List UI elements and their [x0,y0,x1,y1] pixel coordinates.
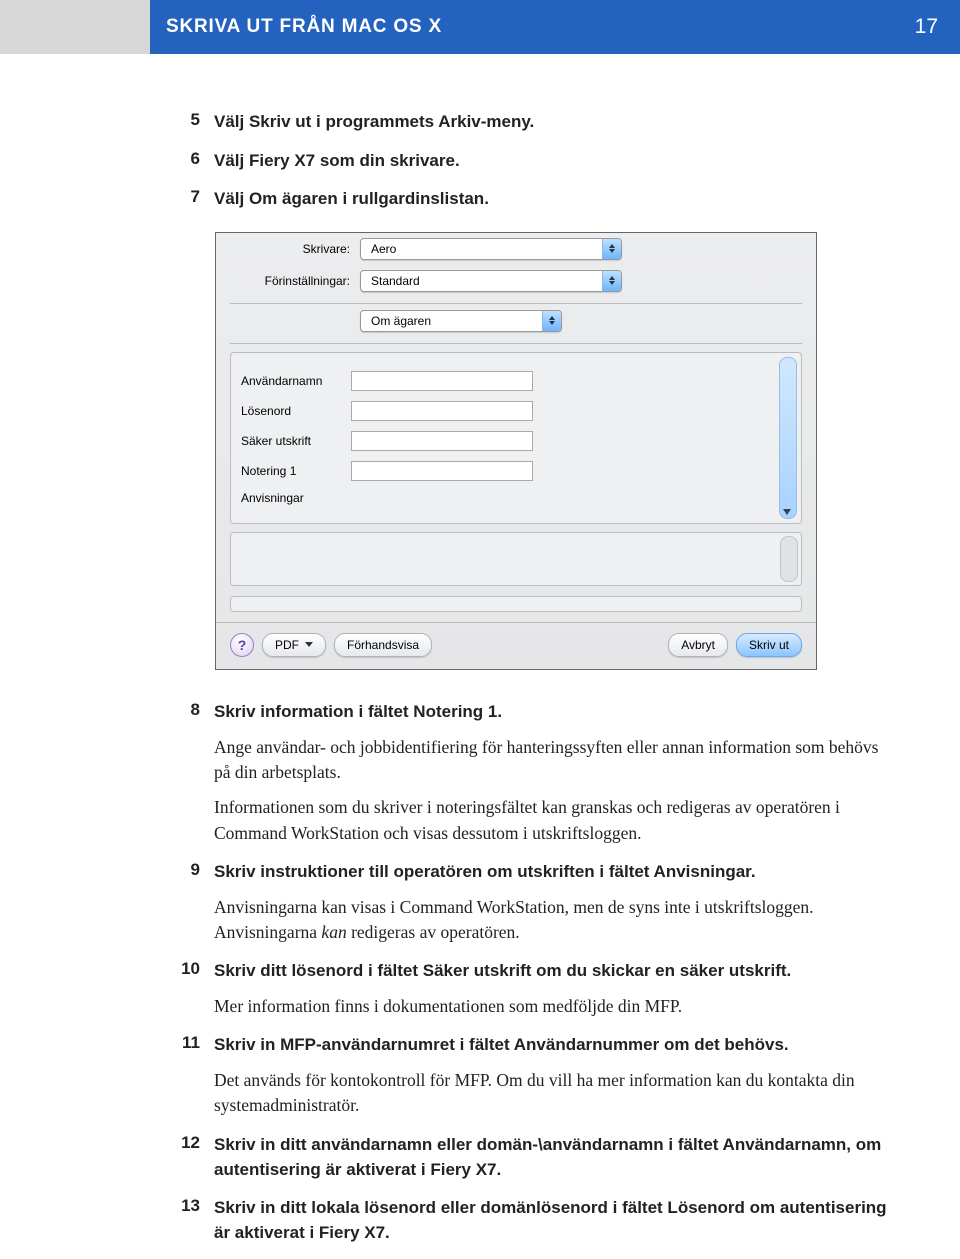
step-paragraph: Ange användar- och jobbidentifiering för… [214,735,890,786]
step-title: Välj Om ägaren i rullgardinslistan. [214,187,890,212]
username-label: Användarnamn [241,374,351,388]
chevron-down-icon [305,642,313,647]
step-12: 12 Skriv in ditt användarnamn eller domä… [160,1133,890,1182]
dialog-footer: ? PDF Förhandsvisa Avbryt Skriv ut [216,623,816,669]
separator [230,343,802,344]
step-13: 13 Skriv in ditt lokala lösenord eller d… [160,1196,890,1245]
step-paragraph: Det används för kontokontroll för MFP. O… [214,1068,890,1119]
cancel-label: Avbryt [681,638,715,652]
header-blue-block: SKRIVA UT FRÅN MAC OS X 17 [150,0,960,54]
step-8: 8 Skriv information i fältet Notering 1.… [160,700,890,846]
secure-print-input[interactable] [351,431,533,451]
header-title: SKRIVA UT FRÅN MAC OS X [166,16,442,38]
step-number: 9 [160,860,214,945]
note1-row: Notering 1 [241,461,775,481]
password-label: Lösenord [241,404,351,418]
instructions-label: Anvisningar [241,491,351,505]
header-gray-block [0,0,150,54]
spacer-box [230,596,802,612]
step-title: Skriv in MFP-användarnumret i fältet Anv… [214,1033,890,1058]
help-icon: ? [238,637,247,653]
instructions-text-box [230,532,802,586]
printer-row: Skrivare: Aero [216,233,816,265]
section-value: Om ägaren [361,314,441,328]
step-6: 6 Välj Fiery X7 som din skrivare. [160,149,890,174]
step-paragraph: Mer information finns i dokumentationen … [214,994,890,1019]
step-7: 7 Välj Om ägaren i rullgardinslistan. [160,187,890,212]
note1-input[interactable] [351,461,533,481]
preview-button[interactable]: Förhandsvisa [334,633,432,657]
document-body: 5 Välj Skriv ut i programmets Arkiv-meny… [0,110,960,1245]
scrollbar[interactable] [780,536,798,582]
page-number: 17 [915,15,938,39]
step-paragraph: Anvisningarna kan visas i Command WorkSt… [214,895,890,946]
section-row: Om ägaren [216,310,816,337]
step-title: Välj Skriv ut i programmets Arkiv-meny. [214,110,890,135]
print-dialog: Skrivare: Aero Förinställningar: Standar… [215,232,817,670]
cancel-button[interactable]: Avbryt [668,633,728,657]
print-label: Skriv ut [749,638,789,652]
presets-value: Standard [361,274,430,288]
step-title: Skriv ditt lösenord i fältet Säker utskr… [214,959,890,984]
presets-select[interactable]: Standard [360,270,622,292]
step-number: 12 [160,1133,214,1182]
help-button[interactable]: ? [230,633,254,657]
preview-label: Förhandsvisa [347,638,419,652]
step-number: 13 [160,1196,214,1245]
step-title: Skriv instruktioner till operatören om u… [214,860,890,885]
step-title: Skriv information i fältet Notering 1. [214,700,890,725]
chevron-up-down-icon [602,239,621,259]
instructions-row: Anvisningar [241,491,775,505]
step-number: 11 [160,1033,214,1118]
secure-print-label: Säker utskrift [241,434,351,448]
step-number: 7 [160,187,214,212]
password-row: Lösenord [241,401,775,421]
print-button[interactable]: Skriv ut [736,633,802,657]
step-number: 10 [160,959,214,1019]
presets-label: Förinställningar: [230,274,360,288]
step-number: 6 [160,149,214,174]
printer-label: Skrivare: [230,242,360,256]
username-row: Användarnamn [241,371,775,391]
step-number: 5 [160,110,214,135]
username-input[interactable] [351,371,533,391]
step-10: 10 Skriv ditt lösenord i fältet Säker ut… [160,959,890,1019]
separator [230,303,802,304]
step-5: 5 Välj Skriv ut i programmets Arkiv-meny… [160,110,890,135]
page-header: SKRIVA UT FRÅN MAC OS X 17 [0,0,960,54]
password-input[interactable] [351,401,533,421]
pdf-button[interactable]: PDF [262,633,326,657]
step-title: Skriv in ditt användarnamn eller domän-\… [214,1133,890,1182]
presets-row: Förinställningar: Standard [216,265,816,297]
owner-fields-box: Användarnamn Lösenord Säker utskrift Not… [230,352,802,524]
printer-value: Aero [361,242,406,256]
chevron-up-down-icon [602,271,621,291]
section-select[interactable]: Om ägaren [360,310,562,332]
step-paragraph: Informationen som du skriver i noterings… [214,795,890,846]
step-title: Välj Fiery X7 som din skrivare. [214,149,890,174]
secure-print-row: Säker utskrift [241,431,775,451]
note1-label: Notering 1 [241,464,351,478]
printer-select[interactable]: Aero [360,238,622,260]
step-9: 9 Skriv instruktioner till operatören om… [160,860,890,945]
chevron-up-down-icon [542,311,561,331]
step-11: 11 Skriv in MFP-användarnumret i fältet … [160,1033,890,1118]
scrollbar[interactable] [779,357,797,519]
step-number: 8 [160,700,214,846]
pdf-label: PDF [275,638,299,652]
step-title: Skriv in ditt lokala lösenord eller domä… [214,1196,890,1245]
